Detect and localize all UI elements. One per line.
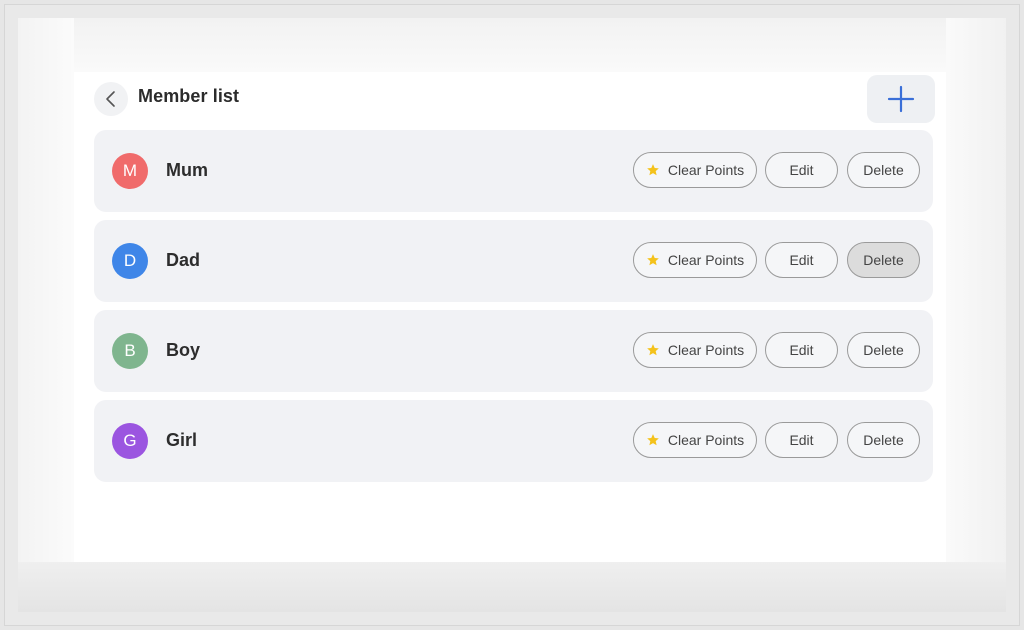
chevron-left-icon: [106, 91, 115, 107]
avatar-initial: D: [123, 251, 137, 270]
clear-points-button[interactable]: Clear Points: [633, 152, 757, 188]
member-name: Girl: [166, 430, 198, 450]
member-row-mum: M Mum Clear Points Edit Delete: [94, 130, 933, 212]
member-name: Mum: [166, 160, 208, 180]
member-name: Dad: [166, 250, 201, 270]
member-row-girl: G Girl Clear Points Edit Delete: [94, 400, 933, 482]
bezel-top: [18, 18, 1006, 72]
edit-label: Edit: [789, 432, 814, 448]
avatar: D: [112, 243, 148, 279]
bezel-bottom: [18, 562, 1006, 612]
clear-points-button[interactable]: Clear Points: [633, 242, 757, 278]
delete-button[interactable]: Delete: [847, 332, 920, 368]
back-button[interactable]: [94, 82, 128, 116]
clear-points-label: Clear Points: [667, 162, 745, 178]
clear-points-label: Clear Points: [667, 432, 745, 448]
edit-button[interactable]: Edit: [765, 422, 838, 458]
delete-button[interactable]: Delete: [847, 152, 920, 188]
add-member-button[interactable]: [867, 75, 935, 123]
clear-points-button[interactable]: Clear Points: [633, 422, 757, 458]
clear-points-button[interactable]: Clear Points: [633, 332, 757, 368]
edit-label: Edit: [789, 342, 814, 358]
delete-label: Delete: [863, 432, 904, 448]
edit-button[interactable]: Edit: [765, 242, 838, 278]
plus-icon: [887, 85, 915, 113]
star-icon: [647, 434, 659, 446]
delete-button[interactable]: Delete: [847, 242, 920, 278]
member-name: Boy: [166, 340, 201, 360]
bezel-left: [18, 18, 74, 612]
avatar-initial: B: [124, 341, 136, 360]
edit-button[interactable]: Edit: [765, 332, 838, 368]
screen: Member list M Mum Clear Points Edit Dele…: [74, 72, 946, 562]
bezel-right: [946, 18, 1006, 612]
member-row-boy: B Boy Clear Points Edit Delete: [94, 310, 933, 392]
member-row-dad: D Dad Clear Points Edit Delete: [94, 220, 933, 302]
avatar: M: [112, 153, 148, 189]
clear-points-label: Clear Points: [667, 342, 745, 358]
avatar: B: [112, 333, 148, 369]
avatar: G: [112, 423, 148, 459]
delete-label: Delete: [863, 252, 904, 268]
header: Member list: [74, 72, 946, 128]
star-icon: [647, 254, 659, 266]
edit-label: Edit: [789, 162, 814, 178]
star-icon: [647, 164, 659, 176]
star-icon: [647, 344, 659, 356]
clear-points-label: Clear Points: [667, 252, 745, 268]
avatar-initial: M: [122, 161, 138, 180]
edit-label: Edit: [789, 252, 814, 268]
edit-button[interactable]: Edit: [765, 152, 838, 188]
delete-label: Delete: [863, 162, 904, 178]
page-title: Member list: [138, 86, 240, 106]
delete-label: Delete: [863, 342, 904, 358]
delete-button[interactable]: Delete: [847, 422, 920, 458]
avatar-initial: G: [123, 431, 137, 450]
member-list: M Mum Clear Points Edit Delete D Dad Cle…: [94, 130, 934, 490]
